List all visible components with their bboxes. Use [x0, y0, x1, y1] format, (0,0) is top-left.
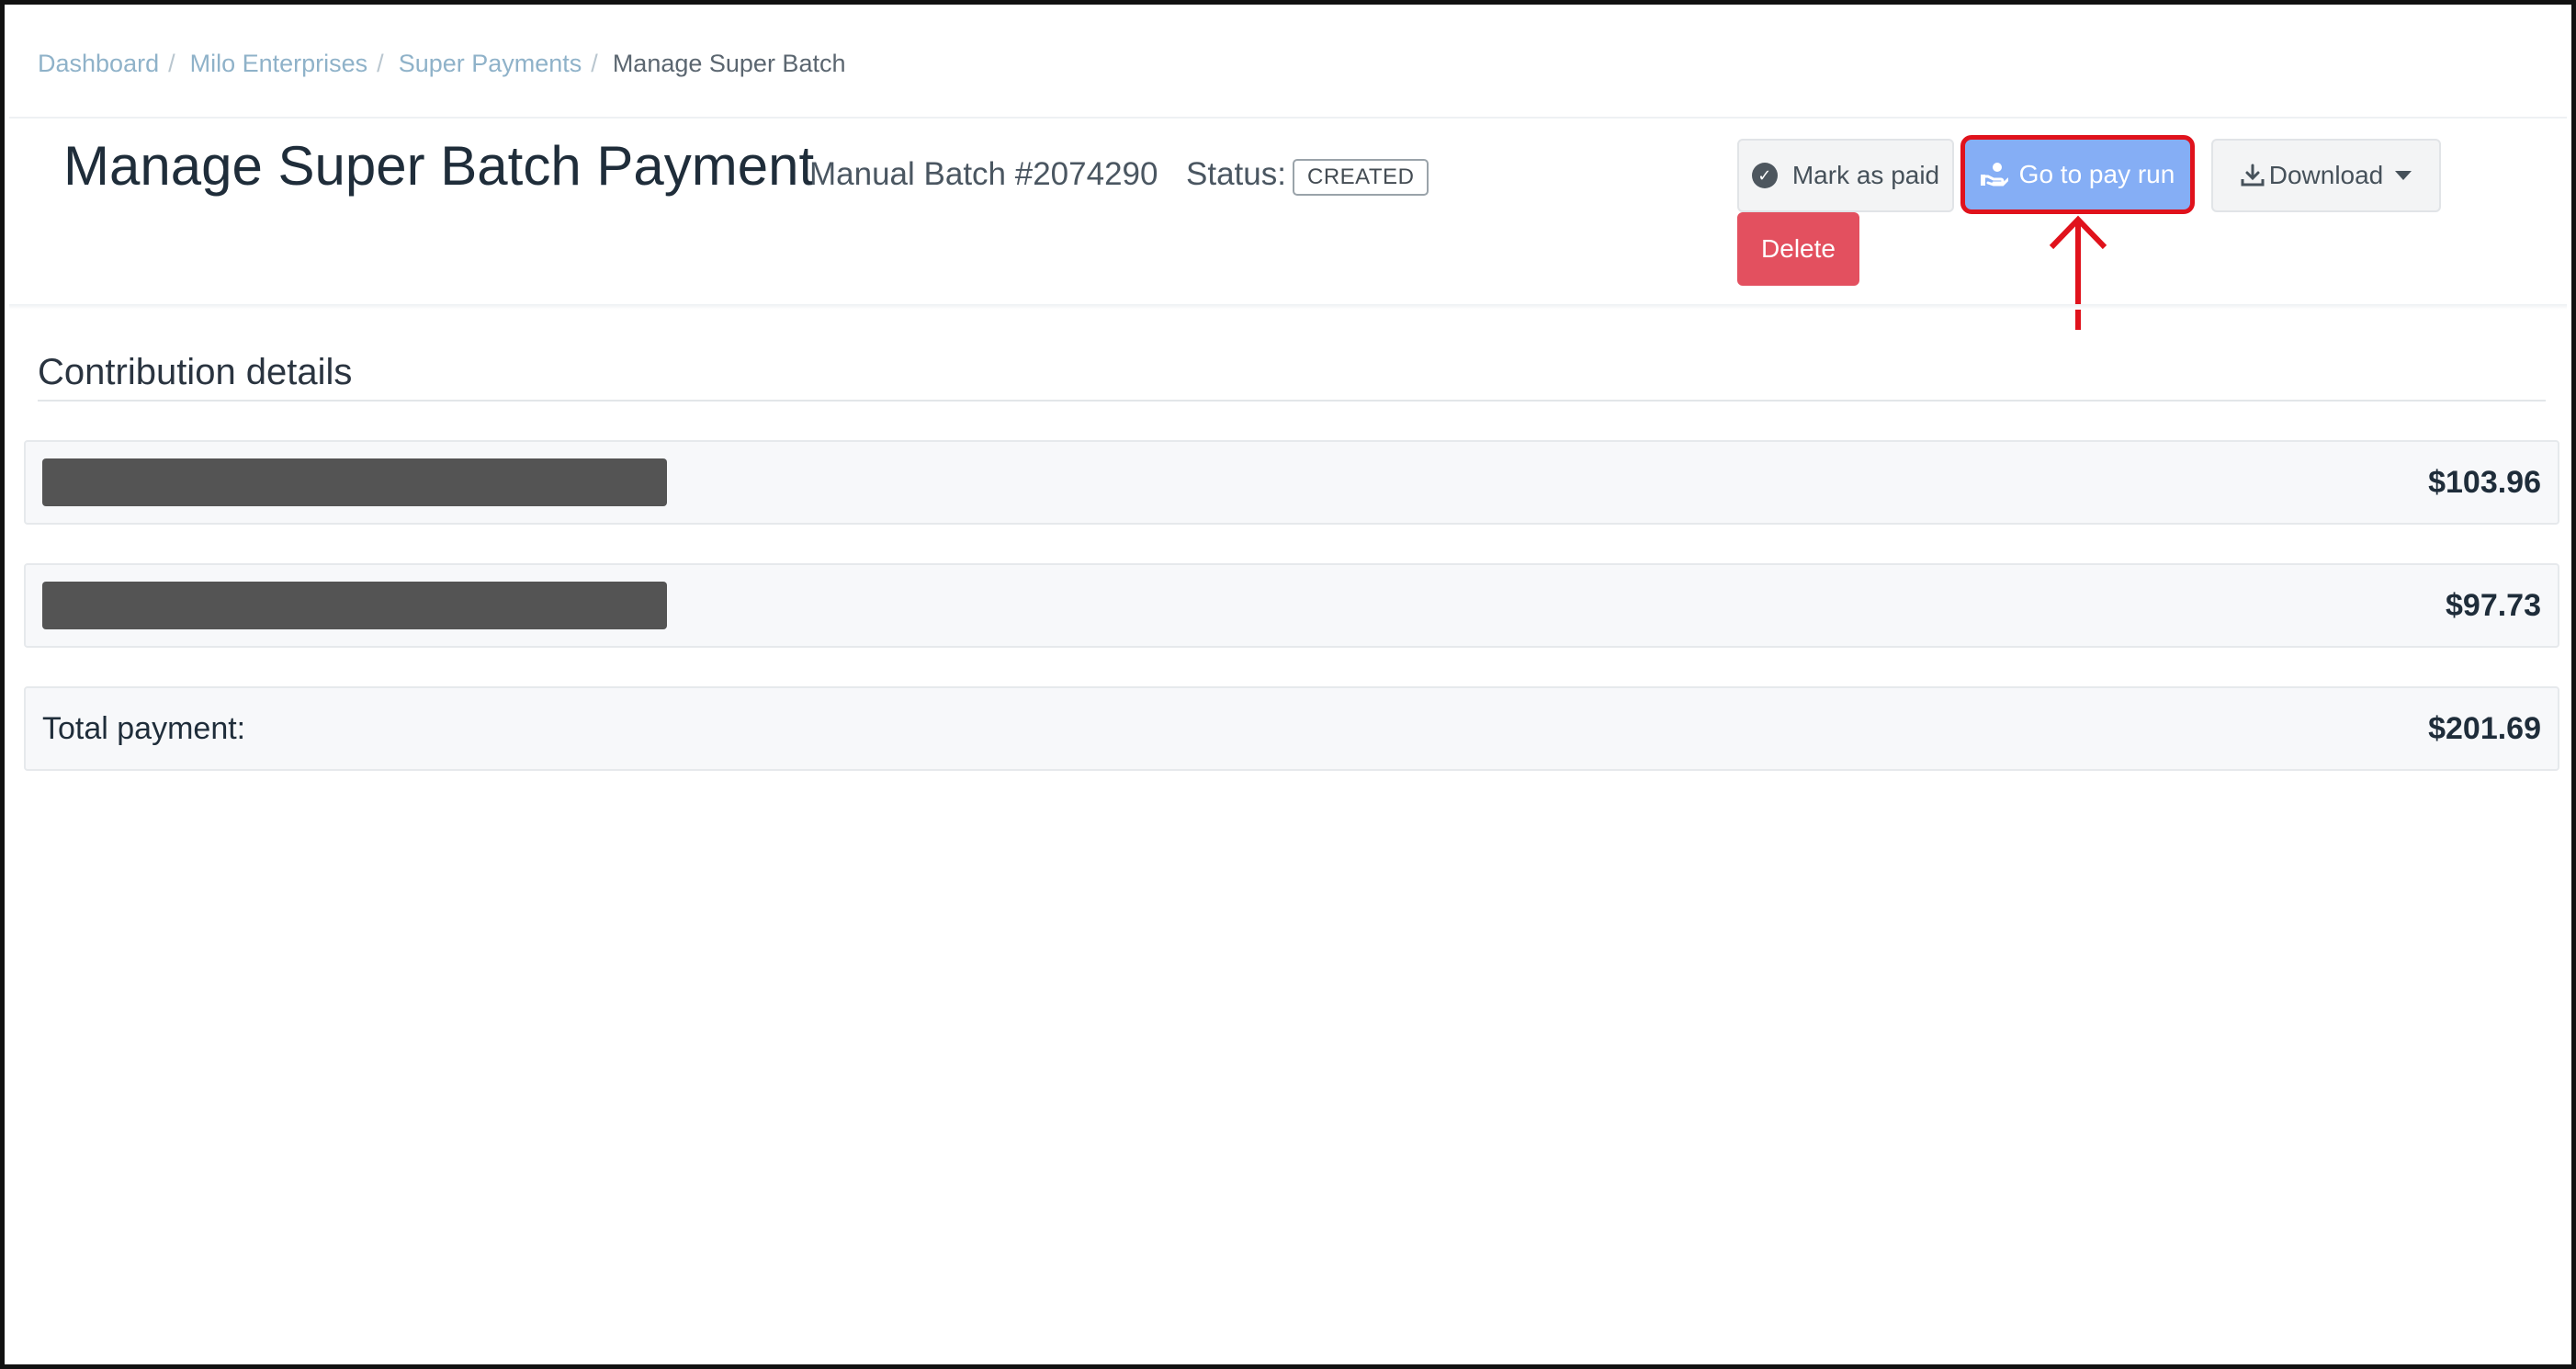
breadcrumb-milo-enterprises[interactable]: Milo Enterprises	[190, 50, 368, 78]
total-row: Total payment: $201.69	[24, 686, 2559, 771]
go-to-pay-run-label: Go to pay run	[2018, 160, 2175, 188]
total-amount: $201.69	[2428, 710, 2541, 746]
header-divider	[9, 304, 2567, 310]
status-badge: CREATED	[1293, 159, 1429, 196]
contribution-amount: $97.73	[2446, 587, 2541, 623]
page-title: Manage Super Batch Payment	[63, 135, 815, 197]
download-icon	[2240, 163, 2265, 188]
download-dropdown-button[interactable]: Download	[2211, 139, 2441, 212]
breadcrumb-separator: /	[591, 49, 598, 77]
section-title: Contribution details	[38, 352, 353, 392]
contribution-row: $97.73	[24, 563, 2559, 648]
breadcrumb-dashboard[interactable]: Dashboard	[38, 50, 159, 78]
redacted-name	[42, 582, 667, 629]
section-divider	[38, 400, 2546, 402]
breadcrumb-divider	[9, 117, 2567, 119]
download-label: Download	[2268, 161, 2384, 189]
batch-number: Manual Batch #2074290	[809, 156, 1158, 192]
app-frame: Dashboard / Milo Enterprises / Super Pay…	[0, 0, 2576, 1369]
hand-holding-coin-icon	[1980, 162, 2008, 187]
status-label: Status:	[1186, 156, 1286, 192]
go-to-pay-run-button[interactable]: Go to pay run	[1960, 135, 2195, 214]
breadcrumb-separator: /	[377, 49, 384, 77]
contribution-row: $103.96	[24, 440, 2559, 525]
breadcrumb-separator: /	[168, 49, 175, 77]
breadcrumb-current: Manage Super Batch	[612, 49, 846, 77]
caret-down-icon	[2394, 170, 2412, 181]
annotation-arrow-icon	[2049, 215, 2107, 330]
mark-as-paid-button[interactable]: ✓ Mark as paid	[1737, 139, 1954, 212]
contribution-amount: $103.96	[2428, 464, 2541, 500]
breadcrumb: Dashboard / Milo Enterprises / Super Pay…	[38, 45, 845, 82]
total-label: Total payment:	[42, 710, 246, 746]
breadcrumb-super-payments[interactable]: Super Payments	[399, 50, 582, 78]
redacted-name	[42, 458, 667, 506]
check-circle-icon: ✓	[1751, 163, 1778, 188]
delete-button[interactable]: Delete	[1737, 212, 1859, 286]
mark-as-paid-label: Mark as paid	[1791, 161, 1940, 189]
